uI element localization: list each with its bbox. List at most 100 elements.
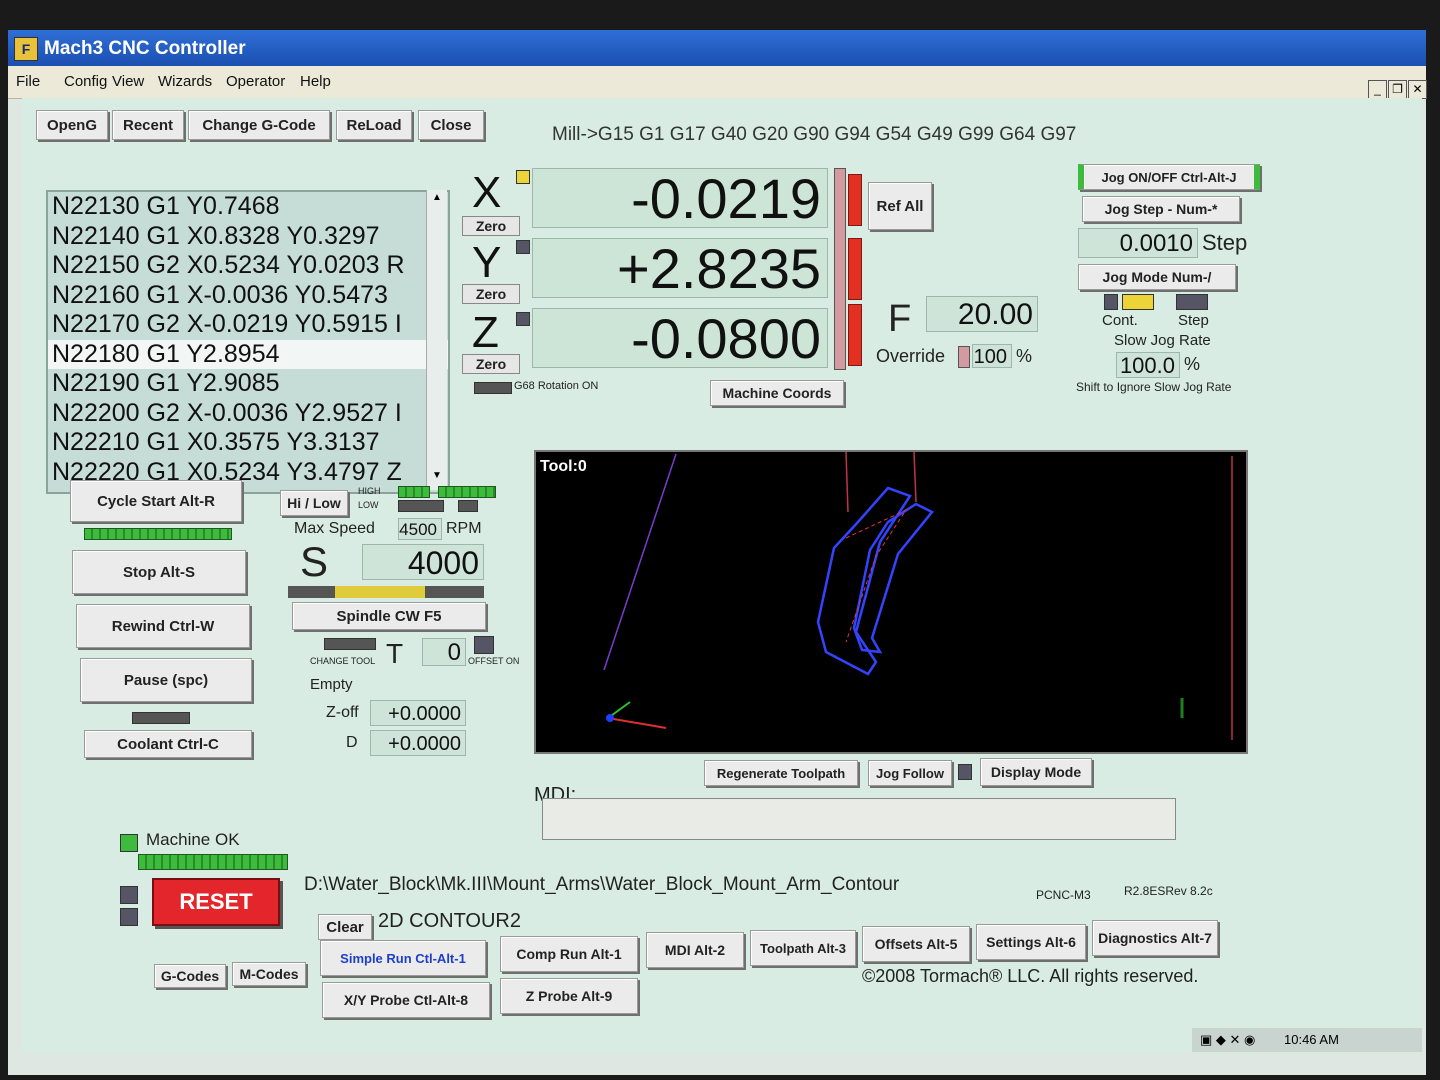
gcode-line[interactable]: N22210 G1 X0.3575 Y3.3137 — [48, 428, 448, 458]
reload-button[interactable]: ReLoad — [336, 110, 412, 140]
copyright: ©2008 Tormach® LLC. All rights reserved. — [862, 966, 1199, 986]
gcode-line[interactable]: N22160 G1 X-0.0036 Y0.5473 — [48, 281, 448, 311]
rewind-button[interactable]: Rewind Ctrl-W — [76, 604, 250, 648]
menu-view[interactable]: View — [112, 73, 144, 90]
openg-button[interactable]: OpenG — [36, 110, 108, 140]
menu-operator[interactable]: Operator — [226, 73, 285, 90]
display-mode-button[interactable]: Display Mode — [980, 758, 1092, 786]
tray-icons[interactable]: ▣ ◆ ✕ ◉ — [1200, 1032, 1255, 1048]
jog-step-button[interactable]: Jog Step - Num-* — [1082, 196, 1240, 222]
feed-rate[interactable]: 20.00 — [926, 296, 1038, 332]
zero-y-button[interactable]: Zero — [462, 284, 520, 304]
feed-override-value[interactable]: 100 — [972, 344, 1012, 368]
program-name: 2D CONTOUR2 — [378, 910, 521, 932]
offsets-tab-button[interactable]: Offsets Alt-5 — [862, 926, 970, 962]
file-path: D:\Water_Block\Mk.III\Mount_Arms\Water_B… — [304, 874, 900, 895]
gcode-list[interactable]: N22130 G1 Y0.7468 N22140 G1 X0.8328 Y0.3… — [46, 190, 450, 494]
zero-x-button[interactable]: Zero — [462, 216, 520, 236]
change-gcode-button[interactable]: Change G-Code — [188, 110, 330, 140]
pcnc-label: PCNC-M3 — [1036, 888, 1091, 902]
mdi-tab-button[interactable]: MDI Alt-2 — [646, 932, 744, 968]
comp-run-button[interactable]: Comp Run Alt-1 — [500, 936, 638, 972]
spindle-speed[interactable]: 4000 — [362, 544, 484, 581]
max-speed-value[interactable]: 4500 — [398, 518, 442, 540]
ref-all-button[interactable]: Ref All — [868, 182, 932, 230]
mdi-input[interactable] — [542, 798, 1176, 840]
gcode-line[interactable]: N22170 G2 X-0.0219 Y0.5915 I — [48, 310, 448, 340]
spindle-speed-bar — [288, 586, 484, 598]
reset-led-2 — [120, 908, 138, 926]
toolpath-tab-button[interactable]: Toolpath Alt-3 — [750, 930, 856, 966]
reset-button[interactable]: RESET — [152, 878, 280, 926]
simple-run-button[interactable]: Simple Run Ctl-Alt-1 — [320, 940, 486, 976]
gcode-line[interactable]: N22200 G2 X-0.0036 Y2.9527 I — [48, 399, 448, 429]
restore-button[interactable]: ❐ — [1388, 80, 1407, 99]
menu-wizards[interactable]: Wizards — [158, 73, 212, 90]
minimize-button[interactable]: _ — [1368, 80, 1387, 99]
jog-follow-button[interactable]: Jog Follow — [868, 760, 952, 786]
jog-step-indicator — [1176, 294, 1208, 310]
machine-ok-label: Machine OK — [146, 830, 240, 849]
gcode-line[interactable]: N22150 G2 X0.5234 Y0.0203 R — [48, 251, 448, 281]
scroll-up-icon[interactable]: ▲ — [429, 192, 445, 210]
pause-button[interactable]: Pause (spc) — [80, 658, 252, 702]
menu-help[interactable]: Help — [300, 73, 331, 90]
coolant-button[interactable]: Coolant Ctrl-C — [84, 730, 252, 758]
toolpath-graphic — [603, 452, 1233, 740]
z-dro[interactable]: -0.0800 — [532, 308, 828, 369]
menu-config[interactable]: Config — [64, 73, 107, 90]
high-label: HIGH — [358, 486, 381, 496]
y-axis-label: Y — [472, 238, 502, 287]
xy-probe-button[interactable]: X/Y Probe Ctl-Alt-8 — [322, 982, 490, 1018]
recent-button[interactable]: Recent — [112, 110, 184, 140]
gcode-line[interactable]: N22140 G1 X0.8328 Y0.3297 — [48, 222, 448, 252]
y-dro[interactable]: +2.8235 — [532, 238, 828, 299]
x-axis-led — [516, 170, 530, 184]
jog-cont-indicator — [1122, 294, 1154, 310]
gcodes-button[interactable]: G-Codes — [154, 964, 226, 988]
slow-jog-rate-value[interactable]: 100.0 — [1116, 352, 1180, 378]
menu-file[interactable]: File — [16, 73, 40, 90]
main-panel: OpenG Recent Change G-Code ReLoad Close … — [22, 98, 1422, 1053]
high-led-2 — [438, 486, 496, 498]
close-file-button[interactable]: Close — [418, 110, 484, 140]
settings-tab-button[interactable]: Settings Alt-6 — [976, 924, 1086, 960]
gcode-scrollbar[interactable]: ▲ ▼ — [426, 190, 447, 490]
gcode-line[interactable]: N22190 G1 Y2.9085 — [48, 369, 448, 399]
regenerate-toolpath-button[interactable]: Regenerate Toolpath — [704, 760, 858, 786]
zero-z-button[interactable]: Zero — [462, 354, 520, 374]
d-label: D — [346, 734, 358, 751]
toolpath-display[interactable]: Tool:0 — [534, 450, 1248, 754]
x-dro[interactable]: -0.0219 — [532, 168, 828, 229]
jog-onoff-button[interactable]: Jog ON/OFF Ctrl-Alt-J — [1078, 164, 1260, 190]
clear-button[interactable]: Clear — [318, 914, 372, 940]
spindle-s-label: S — [300, 538, 329, 585]
low-led-2 — [458, 500, 478, 512]
jog-step-mode-label: Step — [1178, 312, 1209, 329]
load-meter — [834, 168, 846, 370]
cycle-start-button[interactable]: Cycle Start Alt-R — [70, 480, 242, 522]
jog-cont-led — [1104, 294, 1118, 310]
stop-button[interactable]: Stop Alt-S — [72, 550, 246, 594]
diagnostics-tab-button[interactable]: Diagnostics Alt-7 — [1092, 920, 1218, 956]
tool-number[interactable]: 0 — [422, 638, 466, 666]
machine-coords-button[interactable]: Machine Coords — [710, 380, 844, 406]
offset-on-label: OFFSET ON — [468, 656, 520, 666]
window-title: Mach3 CNC Controller — [44, 38, 246, 59]
d-value[interactable]: +0.0000 — [370, 730, 466, 756]
mcodes-button[interactable]: M-Codes — [232, 962, 306, 986]
gcode-line-current[interactable]: N22180 G1 Y2.8954 — [48, 339, 448, 369]
jog-step-value[interactable]: 0.0010 — [1078, 228, 1198, 258]
spindle-cw-button[interactable]: Spindle CW F5 — [292, 602, 486, 630]
version-label: R2.8ESRev 8.2c — [1124, 884, 1213, 898]
feed-override-slider[interactable] — [958, 346, 970, 368]
z-probe-button[interactable]: Z Probe Alt-9 — [500, 978, 638, 1014]
jog-mode-button[interactable]: Jog Mode Num-/ — [1078, 264, 1236, 290]
z-off-label: Z-off — [326, 704, 359, 721]
gcode-line[interactable]: N22130 G1 Y0.7468 — [48, 192, 448, 222]
menu-bar: File Config View Wizards Operator Help — [8, 66, 1426, 99]
machine-ok-led — [120, 834, 138, 852]
close-window-button[interactable]: ✕ — [1408, 80, 1427, 99]
z-off-value[interactable]: +0.0000 — [370, 700, 466, 726]
hi-low-button[interactable]: Hi / Low — [280, 490, 348, 516]
